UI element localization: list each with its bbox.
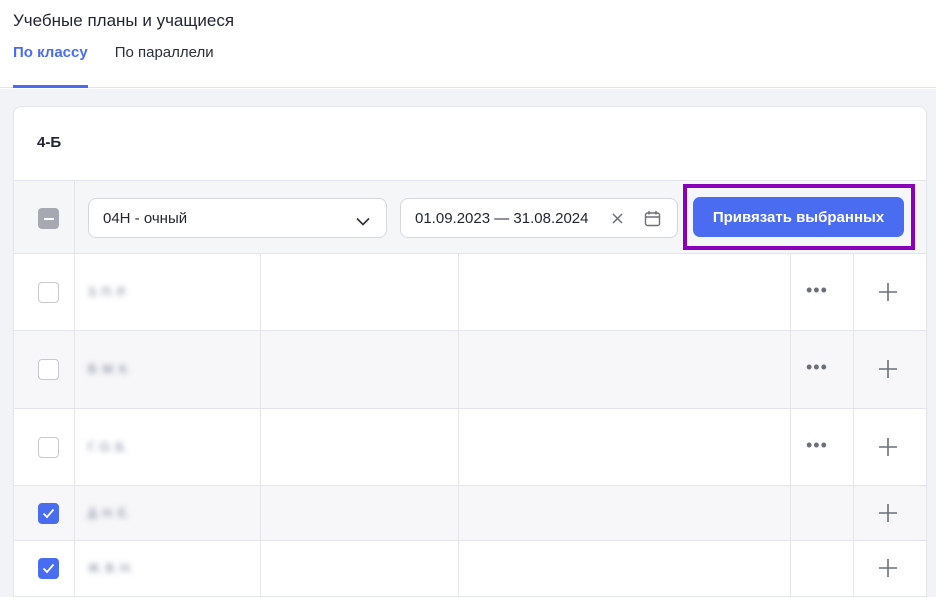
date-range-value: 01.09.2023 — 31.08.2024 bbox=[415, 210, 589, 227]
column-divider bbox=[458, 486, 459, 540]
plus-icon[interactable] bbox=[878, 437, 898, 462]
table-row: Г. О. Б. ••• bbox=[14, 409, 926, 486]
student-name[interactable]: В. М. К. bbox=[88, 362, 148, 376]
column-divider bbox=[790, 254, 791, 330]
column-divider bbox=[853, 486, 854, 540]
column-divider bbox=[790, 486, 791, 540]
tabs: По классу По параллели bbox=[13, 44, 241, 88]
student-name[interactable]: Ж. В. Н. bbox=[88, 561, 148, 575]
row-checkbox[interactable] bbox=[38, 437, 59, 458]
column-divider bbox=[260, 486, 261, 540]
select-all-checkbox[interactable] bbox=[38, 208, 59, 229]
student-name[interactable]: З. П. Р. bbox=[88, 285, 148, 299]
column-divider bbox=[790, 541, 791, 596]
indeterminate-icon bbox=[43, 217, 54, 220]
class-card: 4-Б 04Н - очный 01.09.2023 — 31.08.2024 bbox=[13, 106, 927, 597]
students-table: З. П. Р. ••• В. М. К. ••• Г. О. Б. ••• Д… bbox=[14, 254, 926, 597]
column-divider bbox=[853, 541, 854, 596]
plus-icon[interactable] bbox=[878, 282, 898, 307]
row-checkbox[interactable] bbox=[38, 282, 59, 303]
date-range-input[interactable]: 01.09.2023 — 31.08.2024 bbox=[400, 198, 678, 238]
tab-by-class[interactable]: По классу bbox=[13, 44, 88, 88]
column-divider bbox=[790, 331, 791, 408]
plan-select[interactable]: 04Н - очный bbox=[88, 198, 387, 238]
student-name[interactable]: Д. Н. Е. bbox=[88, 506, 148, 520]
table-row: З. П. Р. ••• bbox=[14, 254, 926, 331]
more-icon[interactable]: ••• bbox=[806, 280, 828, 301]
column-divider bbox=[74, 409, 75, 485]
class-title: 4-Б bbox=[37, 134, 62, 151]
chevron-down-icon bbox=[356, 213, 370, 231]
column-divider bbox=[458, 254, 459, 330]
plan-select-value: 04Н - очный bbox=[103, 210, 188, 227]
column-divider bbox=[260, 541, 261, 596]
page-title: Учебные планы и учащиеся bbox=[13, 11, 235, 30]
column-divider bbox=[458, 409, 459, 485]
student-name[interactable]: Г. О. Б. bbox=[88, 440, 148, 454]
page-header: Учебные планы и учащиеся По классу По па… bbox=[0, 0, 936, 88]
table-row: Ж. В. Н. bbox=[14, 541, 926, 597]
column-divider bbox=[790, 409, 791, 485]
tab-by-parallel[interactable]: По параллели bbox=[115, 44, 214, 88]
table-row: Д. Н. Е. bbox=[14, 486, 926, 541]
column-divider bbox=[74, 254, 75, 330]
table-row: В. М. К. ••• bbox=[14, 331, 926, 409]
calendar-icon[interactable] bbox=[644, 210, 661, 232]
column-divider bbox=[458, 331, 459, 408]
plus-icon[interactable] bbox=[878, 359, 898, 384]
row-checkbox[interactable] bbox=[38, 503, 59, 524]
check-icon bbox=[42, 508, 55, 519]
check-icon bbox=[42, 563, 55, 574]
column-divider bbox=[74, 181, 75, 253]
column-divider bbox=[260, 254, 261, 330]
column-divider bbox=[458, 541, 459, 596]
column-divider bbox=[260, 331, 261, 408]
content-area: 4-Б 04Н - очный 01.09.2023 — 31.08.2024 bbox=[0, 89, 936, 597]
close-icon[interactable] bbox=[611, 212, 624, 230]
column-divider bbox=[74, 331, 75, 408]
more-icon[interactable]: ••• bbox=[806, 357, 828, 378]
column-divider bbox=[74, 486, 75, 540]
bind-selected-button[interactable]: Привязать выбранных bbox=[693, 197, 904, 237]
column-divider bbox=[853, 331, 854, 408]
plus-icon[interactable] bbox=[878, 503, 898, 528]
bulk-toolbar: 04Н - очный 01.09.2023 — 31.08.2024 Прив… bbox=[14, 180, 926, 254]
column-divider bbox=[74, 541, 75, 596]
column-divider bbox=[853, 409, 854, 485]
more-icon[interactable]: ••• bbox=[806, 435, 828, 456]
column-divider bbox=[853, 254, 854, 330]
column-divider bbox=[260, 409, 261, 485]
row-checkbox[interactable] bbox=[38, 359, 59, 380]
plus-icon[interactable] bbox=[878, 558, 898, 583]
row-checkbox[interactable] bbox=[38, 558, 59, 579]
